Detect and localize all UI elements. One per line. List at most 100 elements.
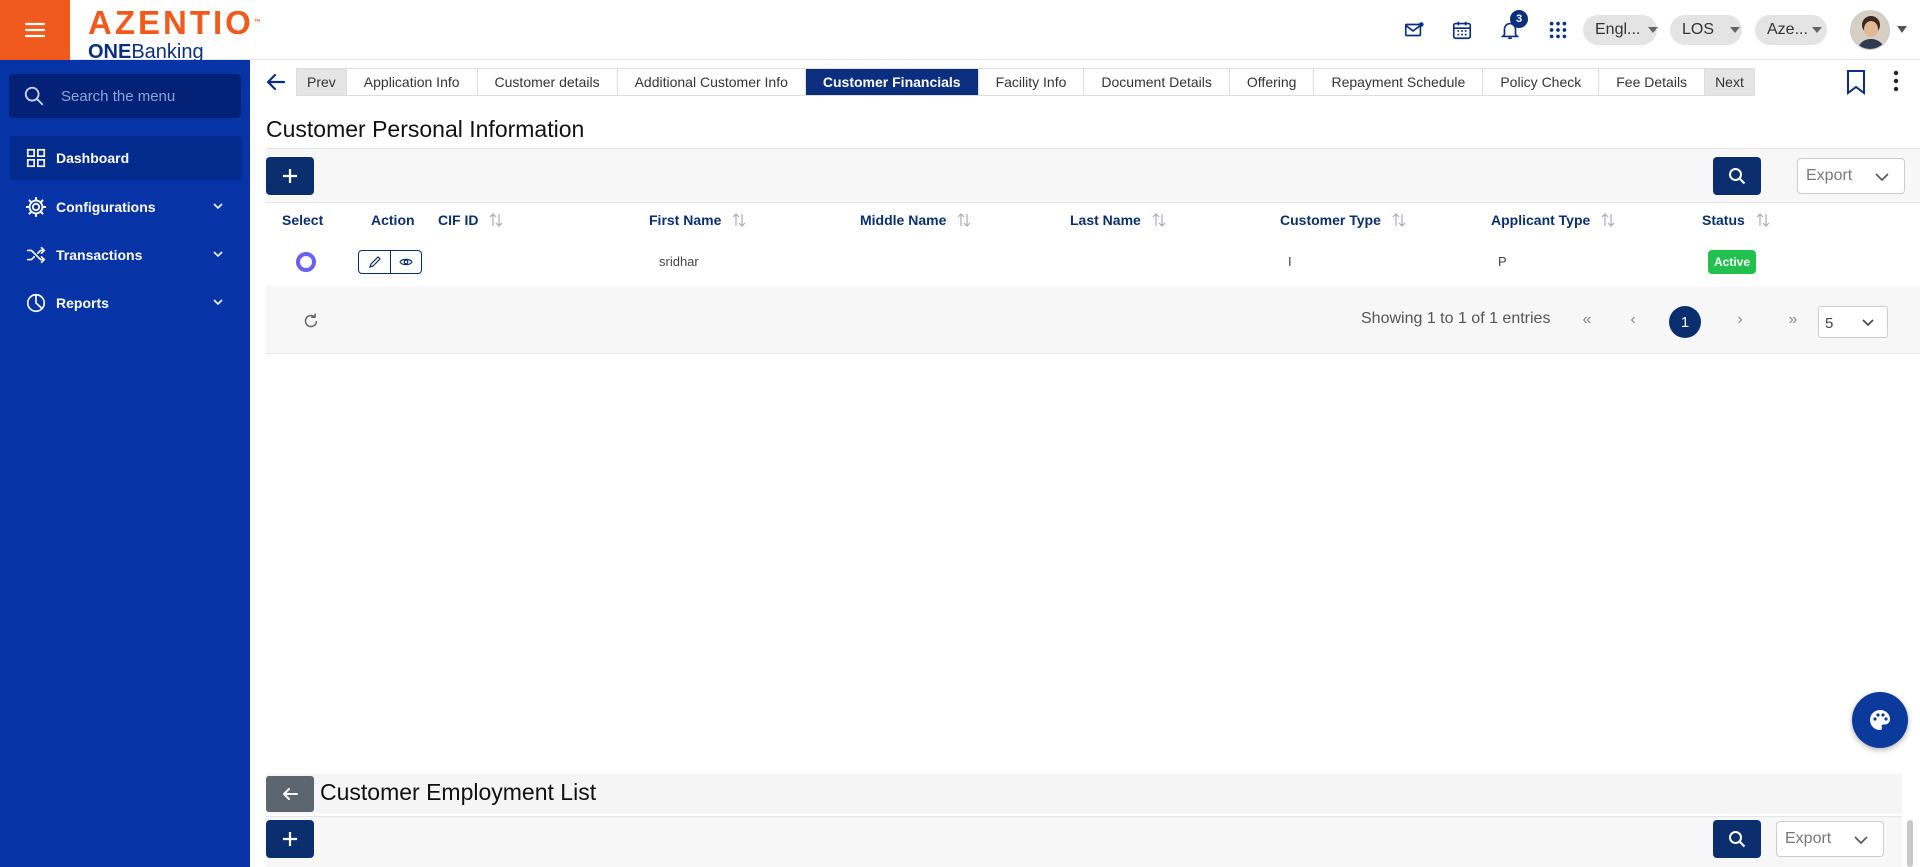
- employment-toolbar: [266, 816, 1902, 867]
- row-select-radio[interactable]: [296, 252, 316, 272]
- chevron-down-icon: [213, 299, 223, 306]
- refresh-icon[interactable]: [302, 312, 320, 330]
- tab-facility-info[interactable]: Facility Info: [978, 69, 1085, 95]
- user-avatar[interactable]: [1850, 10, 1890, 50]
- tab-policy-check[interactable]: Policy Check: [1483, 69, 1600, 95]
- column-status[interactable]: Status: [1702, 212, 1771, 228]
- add-customer-button[interactable]: [266, 157, 314, 195]
- column-label: Customer Type: [1280, 212, 1381, 228]
- export-label: Export: [1785, 830, 1832, 847]
- export-dropdown[interactable]: Export: [1797, 158, 1905, 194]
- column-label: Select: [282, 212, 324, 228]
- add-employment-button[interactable]: [266, 820, 314, 858]
- shuffle-icon: [26, 246, 46, 264]
- sidebar-item-label: Transactions: [56, 247, 143, 263]
- first-page-button[interactable]: «: [1575, 308, 1599, 332]
- tab-application-info[interactable]: Application Info: [346, 69, 478, 95]
- next-page-button[interactable]: ›: [1728, 308, 1752, 332]
- sort-icon: [1392, 213, 1406, 227]
- eye-icon: [399, 258, 413, 266]
- page-size-select[interactable]: 5: [1818, 306, 1888, 338]
- tab-prev[interactable]: Prev: [297, 69, 347, 95]
- column-label: First Name: [649, 212, 722, 228]
- menu-search-box[interactable]: [9, 74, 241, 118]
- logo-sub-bold: ONE: [88, 41, 132, 60]
- module-value: LOS: [1682, 21, 1715, 38]
- prev-page-button[interactable]: ‹: [1621, 308, 1645, 332]
- azentio-logo[interactable]: AZENTIO™ ONEBanking: [88, 6, 308, 60]
- tab-customer-details[interactable]: Customer details: [477, 69, 618, 95]
- employment-search-button[interactable]: [1713, 820, 1761, 858]
- sidebar-item-dashboard[interactable]: Dashboard: [10, 136, 242, 180]
- hamburger-menu-button[interactable]: [0, 0, 70, 60]
- tenant-dropdown[interactable]: Aze...: [1755, 15, 1827, 45]
- sidebar-item-configurations[interactable]: Configurations: [0, 185, 250, 229]
- tab-repayment-schedule[interactable]: Repayment Schedule: [1314, 69, 1484, 95]
- column-label: CIF ID: [438, 212, 479, 228]
- tab-offering[interactable]: Offering: [1229, 69, 1315, 95]
- last-page-button[interactable]: »: [1781, 308, 1805, 332]
- column-applicant-type[interactable]: Applicant Type: [1491, 212, 1616, 228]
- grid-icon: [26, 148, 46, 168]
- module-dropdown[interactable]: LOS: [1670, 15, 1742, 45]
- scrollbar-thumb[interactable]: [1907, 820, 1913, 867]
- mail-button[interactable]: [1390, 14, 1438, 46]
- pencil-icon: [368, 256, 381, 268]
- sort-icon: [490, 213, 503, 227]
- chevron-down-icon: [1875, 173, 1889, 182]
- employment-back-button[interactable]: [266, 776, 314, 812]
- logo-sub-rest: Banking: [131, 41, 204, 60]
- notifications-button[interactable]: 3: [1486, 10, 1534, 46]
- gear-icon: [25, 196, 47, 218]
- chevron-down-icon: [1854, 836, 1868, 845]
- sidebar: Dashboard Configurations Transactions Re…: [0, 60, 250, 867]
- plus-icon: [283, 832, 297, 846]
- tab-additional-customer-info[interactable]: Additional Customer Info: [617, 69, 806, 95]
- edit-button[interactable]: [359, 251, 390, 273]
- back-arrow-icon[interactable]: [264, 70, 288, 94]
- plus-icon: [283, 169, 297, 183]
- theme-palette-button[interactable]: [1852, 692, 1908, 748]
- column-first-name[interactable]: First Name: [649, 212, 747, 228]
- column-middle-name[interactable]: Middle Name: [860, 212, 972, 228]
- caret-down-icon: [1730, 27, 1741, 33]
- view-button[interactable]: [390, 251, 421, 273]
- menu-search-input[interactable]: [61, 87, 221, 105]
- tab-fee-details[interactable]: Fee Details: [1599, 69, 1706, 95]
- tab-customer-financials[interactable]: Customer Financials: [805, 69, 979, 95]
- column-cif-id[interactable]: CIF ID: [438, 212, 504, 228]
- column-select: Select: [282, 212, 323, 228]
- sort-icon: [1756, 213, 1770, 227]
- sidebar-item-transactions[interactable]: Transactions: [0, 233, 250, 277]
- logo-wordmark: AZENTIO: [88, 6, 254, 41]
- stepper-tabbar: Prev Application Info Customer details A…: [250, 60, 1920, 102]
- search-button[interactable]: [1713, 157, 1761, 195]
- entries-summary: Showing 1 to 1 of 1 entries: [1361, 310, 1551, 327]
- mail-icon: [1404, 22, 1424, 37]
- hamburger-icon: [24, 22, 46, 38]
- column-customer-type[interactable]: Customer Type: [1280, 212, 1407, 228]
- cell-customer-type: I: [1288, 254, 1292, 269]
- tab-document-details[interactable]: Document Details: [1084, 69, 1230, 95]
- page-1-button[interactable]: 1: [1669, 306, 1701, 338]
- sidebar-item-reports[interactable]: Reports: [0, 281, 250, 325]
- cell-first-name: sridhar: [659, 254, 699, 269]
- tab-next[interactable]: Next: [1705, 69, 1754, 95]
- cell-applicant-type: P: [1498, 254, 1507, 269]
- calendar-button[interactable]: [1438, 14, 1486, 46]
- row-action-group: [358, 250, 422, 274]
- apps-grid-button[interactable]: [1534, 14, 1582, 46]
- employment-export-dropdown[interactable]: Export: [1776, 821, 1884, 857]
- pie-chart-icon: [26, 293, 46, 313]
- column-last-name[interactable]: Last Name: [1070, 212, 1167, 228]
- bookmark-icon[interactable]: [1845, 69, 1867, 95]
- language-dropdown[interactable]: Engl...: [1583, 15, 1659, 45]
- user-menu-caret-icon[interactable]: [1897, 26, 1907, 33]
- sort-icon: [732, 213, 746, 227]
- calendar-icon: [1452, 21, 1472, 40]
- column-label: Status: [1702, 212, 1745, 228]
- search-icon: [24, 86, 44, 106]
- kebab-menu-icon[interactable]: [1886, 68, 1906, 94]
- personal-info-title: Customer Personal Information: [266, 116, 585, 142]
- language-value: Engl...: [1595, 21, 1641, 38]
